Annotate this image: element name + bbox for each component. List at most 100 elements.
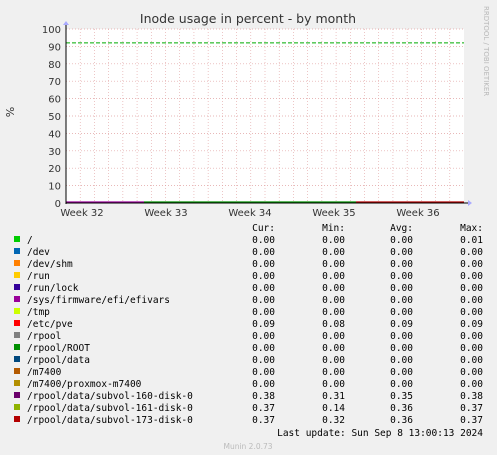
legend-value: 0.00 <box>460 379 483 390</box>
legend-value: 0.00 <box>322 247 345 258</box>
legend-value: 0.32 <box>322 415 345 426</box>
legend-value: 0.00 <box>390 367 413 378</box>
legend-value: 0.01 <box>460 235 483 246</box>
y-tick-label: 100 <box>42 25 61 36</box>
legend-value: 0.00 <box>252 283 275 294</box>
legend-value: 0.14 <box>322 403 345 414</box>
legend-value: 0.00 <box>322 355 345 366</box>
legend-swatch <box>14 404 20 410</box>
legend-series-name: /m7400/proxmox-m7400 <box>27 379 142 390</box>
legend-series-name: /rpool <box>27 331 61 342</box>
legend-value: 0.00 <box>390 259 413 270</box>
x-axis-arrow <box>468 200 472 206</box>
y-tick-label: 60 <box>48 95 61 106</box>
legend-value: 0.00 <box>390 295 413 306</box>
y-tick-label: 70 <box>48 77 61 88</box>
legend-value: 0.00 <box>322 259 345 270</box>
legend-value: 0.00 <box>460 247 483 258</box>
legend-value: 0.00 <box>460 355 483 366</box>
y-tick-label: 10 <box>48 182 61 193</box>
legend-value: 0.00 <box>252 343 275 354</box>
legend-swatch <box>14 320 20 326</box>
legend-value: 0.00 <box>322 235 345 246</box>
legend-swatch <box>14 308 20 314</box>
legend-value: 0.00 <box>322 379 345 390</box>
legend-value: 0.00 <box>252 331 275 342</box>
legend-series-name: /rpool/data/subvol-161-disk-0 <box>27 403 193 414</box>
legend-column-header: Avg: <box>390 223 413 234</box>
legend-value: 0.00 <box>460 331 483 342</box>
y-tick-label: 90 <box>48 42 61 53</box>
legend-value: 0.00 <box>322 283 345 294</box>
legend-series-name: /tmp <box>27 307 50 318</box>
legend-value: 0.08 <box>322 319 345 330</box>
x-tick-label: Week 36 <box>396 208 439 219</box>
munin-version: Munin 2.0.73 <box>223 442 272 451</box>
y-tick-label: 80 <box>48 60 61 71</box>
y-tick-label: 30 <box>48 147 61 158</box>
legend-value: 0.31 <box>322 391 345 402</box>
legend-value: 0.00 <box>390 343 413 354</box>
legend-value: 0.00 <box>460 259 483 270</box>
legend-swatch <box>14 392 20 398</box>
legend-value: 0.00 <box>460 295 483 306</box>
legend-series-name: /dev <box>27 247 50 258</box>
legend-series-name: /run/lock <box>27 283 79 294</box>
legend-swatch <box>14 368 20 374</box>
x-tick-label: Week 33 <box>144 208 187 219</box>
legend: Cur: Min: Avg: Max:/0.00 0.00 0.00 0.01/dev 0.0… <box>14 223 483 426</box>
legend-column-header: Min: <box>322 223 345 234</box>
legend-value: 0.00 <box>322 367 345 378</box>
legend-column-header: Cur: <box>252 223 275 234</box>
legend-series-name: /etc/pve <box>27 319 73 330</box>
legend-series-name: / <box>27 235 33 246</box>
legend-value: 0.00 <box>460 307 483 318</box>
legend-value: 0.00 <box>460 343 483 354</box>
legend-swatch <box>14 344 20 350</box>
legend-value: 0.00 <box>322 307 345 318</box>
y-axis-label: % <box>4 107 17 117</box>
legend-value: 0.00 <box>252 295 275 306</box>
legend-value: 0.00 <box>390 235 413 246</box>
legend-value: 0.37 <box>460 415 483 426</box>
legend-swatch <box>14 332 20 338</box>
y-tick-label: 50 <box>48 112 61 123</box>
legend-swatch <box>14 272 20 278</box>
legend-value: 0.09 <box>390 319 413 330</box>
legend-value: 0.00 <box>252 367 275 378</box>
legend-value: 0.00 <box>390 271 413 282</box>
legend-value: 0.00 <box>252 355 275 366</box>
legend-value: 0.00 <box>322 331 345 342</box>
legend-value: 0.00 <box>390 283 413 294</box>
legend-column-header: Max: <box>460 223 483 234</box>
legend-swatch <box>14 260 20 266</box>
legend-value: 0.38 <box>252 391 275 402</box>
plot-area: 0102030405060708090100Week 32 Week 33 Week… <box>42 21 472 219</box>
legend-value: 0.37 <box>252 415 275 426</box>
legend-value: 0.00 <box>252 271 275 282</box>
legend-series-name: /m7400 <box>27 367 62 378</box>
rrdtool-credit: RRDTOOL / TOBI OETIKER <box>482 6 490 96</box>
y-tick-label: 40 <box>48 129 61 140</box>
legend-series-name: /sys/firmware/efi/efivars <box>27 295 170 306</box>
legend-series-name: /run <box>27 271 50 282</box>
legend-value: 0.00 <box>252 247 275 258</box>
legend-series-name: /rpool/data/subvol-173-disk-0 <box>27 415 193 426</box>
legend-value: 0.36 <box>390 403 413 414</box>
legend-value: 0.00 <box>460 271 483 282</box>
legend-swatch <box>14 356 20 362</box>
legend-value: 0.00 <box>390 331 413 342</box>
legend-swatch <box>14 284 20 290</box>
chart: Inode usage in percent - by month % RRDT… <box>4 6 490 451</box>
legend-value: 0.00 <box>322 271 345 282</box>
legend-value: 0.00 <box>390 307 413 318</box>
chart-title: Inode usage in percent - by month <box>140 11 356 26</box>
last-update: Last update: Sun Sep 8 13:00:13 2024 <box>277 428 483 439</box>
legend-value: 0.00 <box>252 379 275 390</box>
legend-value: 0.00 <box>460 283 483 294</box>
legend-swatch <box>14 416 20 422</box>
legend-value: 0.00 <box>390 379 413 390</box>
legend-value: 0.09 <box>252 319 275 330</box>
y-axis-arrow <box>63 21 69 25</box>
x-tick-label: Week 32 <box>60 208 103 219</box>
